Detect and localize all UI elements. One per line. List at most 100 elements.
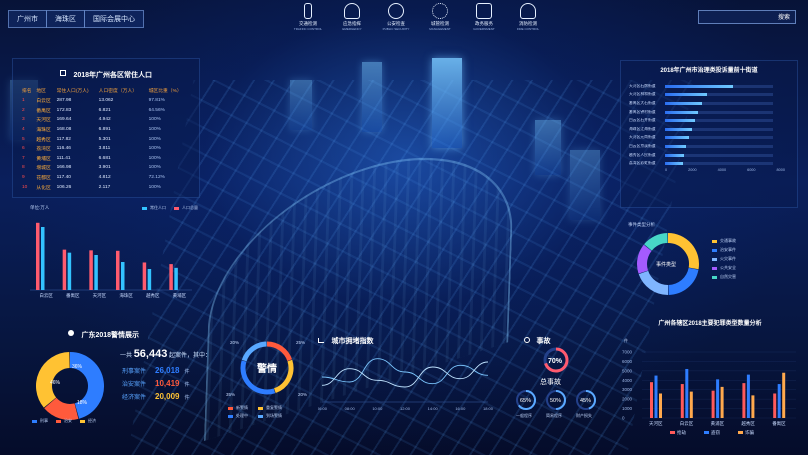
table-cell: 4.942 xyxy=(98,117,111,123)
table-row[interactable]: 8 增城区 166.98 3.901 100% xyxy=(21,163,191,173)
case-row: 刑事案件 26,018 件 xyxy=(122,366,189,375)
table-cell: 72.12% xyxy=(148,175,165,181)
legend-swatch xyxy=(258,414,263,418)
search-button[interactable]: 搜索 xyxy=(775,12,793,21)
table-cell: 100% xyxy=(148,165,161,171)
tick-label: 0 xyxy=(665,167,668,172)
bar xyxy=(665,119,695,123)
bar xyxy=(777,384,781,418)
tick-label: 5000 xyxy=(622,368,633,373)
alerts-header: 广东2018警情展示 xyxy=(68,324,139,342)
types-panel: 事件类型分析 事件类型 交通事故 治安事件 火灾事件 公共安全 自然灾害 xyxy=(628,222,800,302)
congestion-panel: 城市拥堵指数 06:00 08:00 10:00 12:00 14:00 16:00 18:… xyxy=(318,330,494,420)
table-row[interactable]: 2 番禺区 172.83 6.821 64.56% xyxy=(21,106,191,116)
table-cell: 100% xyxy=(148,127,161,133)
breadcrumb-venue[interactable]: 国际会展中心 xyxy=(84,10,144,28)
table-cell: 花都区 xyxy=(36,176,51,182)
legend-item: 重复警情 xyxy=(258,405,282,411)
case-label: 经济案件 xyxy=(122,395,147,401)
bar-label: 白云区京溪街道 xyxy=(629,143,656,148)
table-cell: 9 xyxy=(22,175,25,181)
table-row[interactable]: 10 从化区 106.26 2.117 100% xyxy=(21,182,191,192)
table-cell: 4 xyxy=(22,127,25,133)
table-cell: 2 xyxy=(22,107,25,113)
bar xyxy=(665,136,689,140)
tick-label: 黄浦区 xyxy=(711,420,725,427)
legend-label: 到场警情 xyxy=(266,413,282,418)
legend-label: 交通事故 xyxy=(720,238,736,243)
donut-slice xyxy=(241,341,267,362)
table-cell: 169.64 xyxy=(56,117,72,123)
police-badge-icon xyxy=(388,3,404,19)
bar xyxy=(711,390,715,418)
tick-label: 6000 xyxy=(747,167,756,172)
types-legend: 交通事故 治安事件 火灾事件 公共安全 自然灾害 xyxy=(712,238,736,280)
table-cell: 287.98 xyxy=(56,98,72,104)
legend-label: 公共安全 xyxy=(720,265,736,270)
table-cell: 7 xyxy=(22,155,25,161)
table-cell: 5.301 xyxy=(98,136,111,142)
table-row[interactable]: 5 越秀区 117.82 5.301 100% xyxy=(21,134,191,144)
bar xyxy=(62,249,67,290)
table-row[interactable]: 3 天河区 169.64 4.942 100% xyxy=(21,115,191,125)
table-row[interactable]: 9 花都区 117.40 4.812 72.12% xyxy=(21,173,191,183)
legend-label: 常住人口 xyxy=(150,205,166,210)
skyscraper xyxy=(432,58,462,148)
bar xyxy=(665,153,684,157)
slice-label: 35% xyxy=(226,392,235,397)
table-cell: 4.812 xyxy=(98,175,111,181)
table-row[interactable]: 6 荔湾区 116.46 3.811 100% xyxy=(21,144,191,154)
bar-track xyxy=(665,162,773,166)
legend-label: 经济 xyxy=(88,418,96,423)
legend-label: 盗窃 xyxy=(711,429,720,436)
nav-management[interactable]: 城管检测 MANAGEMENT xyxy=(422,3,458,31)
table-row[interactable]: 1 白云区 287.98 13.062 97.81% xyxy=(21,96,191,106)
table-row[interactable]: 7 黄埔区 111.41 6.681 100% xyxy=(21,154,191,164)
nav-government[interactable]: 政务服务 GOVERNMENT xyxy=(466,3,502,31)
table-cell: 10 xyxy=(22,184,28,190)
bar-row: 海珠区江海街道 xyxy=(629,125,789,134)
nav-traffic[interactable]: 交通检测 TRAFFIC CONTROL xyxy=(290,3,326,31)
nav-fire[interactable]: 消防检测 FIRE CONTROL xyxy=(510,3,546,31)
table-cell: 8 xyxy=(22,165,25,171)
bar-label: 白云区石井街道 xyxy=(629,118,656,123)
bar xyxy=(650,382,653,418)
case-label: 刑事案件 xyxy=(122,369,147,375)
pop-chart-legend: 常住人口 人口总量 xyxy=(142,205,198,211)
bar-label: 番禺区钟村街道 xyxy=(629,109,656,114)
breadcrumb-city[interactable]: 广州市 xyxy=(8,10,47,28)
bar xyxy=(116,250,120,290)
tick-label: 番禺区 xyxy=(772,420,786,427)
legend-label: 处理中 xyxy=(236,413,248,418)
legend-label: 治安 xyxy=(64,418,72,423)
donut-slice xyxy=(273,359,294,394)
bar-label: 天河区石牌街道 xyxy=(629,83,656,88)
bar xyxy=(659,393,662,418)
summary-prefix: 一共 xyxy=(120,353,133,359)
table-cell: 97.81% xyxy=(148,98,165,104)
legend-swatch xyxy=(738,431,743,434)
bar-row: 番禺区钟村街道 xyxy=(629,108,789,117)
nav-security[interactable]: 公安检查 PUBLIC SECURITY xyxy=(378,3,414,31)
warning-panel: 警情 20% 25% 35% 20% 新警情 重复警情 处理中 到场警情 xyxy=(222,330,312,425)
bar xyxy=(665,110,698,114)
search-input[interactable] xyxy=(699,17,775,29)
tick-label: 4000 xyxy=(717,167,727,172)
alerts-panel: 广东2018警情展示 46% 18% 36% 刑事 治安 经济 一共 56,443 … xyxy=(12,322,212,442)
table-cell: 1 xyxy=(22,98,25,104)
tick-label: 越秀区 xyxy=(146,292,160,299)
nav-emergency[interactable]: 应急指挥 EMERGENCY xyxy=(334,3,370,31)
bar-row: 天河区石牌街道 xyxy=(629,82,789,91)
legend-label: 自然灾害 xyxy=(720,274,736,279)
complaints-panel: 2018年广州市治理类投诉量前十街道 天河区石牌街道 天河区林和街道 番禺区大石街道… xyxy=(620,60,798,208)
donut-slice xyxy=(668,267,699,295)
legend-item: 常住人口 xyxy=(142,205,166,211)
bar-label: 荔湾区彩虹街道 xyxy=(629,161,656,166)
table-row[interactable]: 4 海珠区 168.08 6.891 100% xyxy=(21,125,191,135)
firefighter-icon xyxy=(520,3,536,19)
bar xyxy=(716,379,720,418)
alerts-title: 广东2018警情展示 xyxy=(81,332,140,339)
accident-icon xyxy=(524,337,530,343)
crime-panel: 广州各辖区2018主要犯罪类型数量分析 件 7000 6000 5000 4000 30… xyxy=(620,318,800,443)
breadcrumb-district[interactable]: 海珠区 xyxy=(46,10,85,28)
